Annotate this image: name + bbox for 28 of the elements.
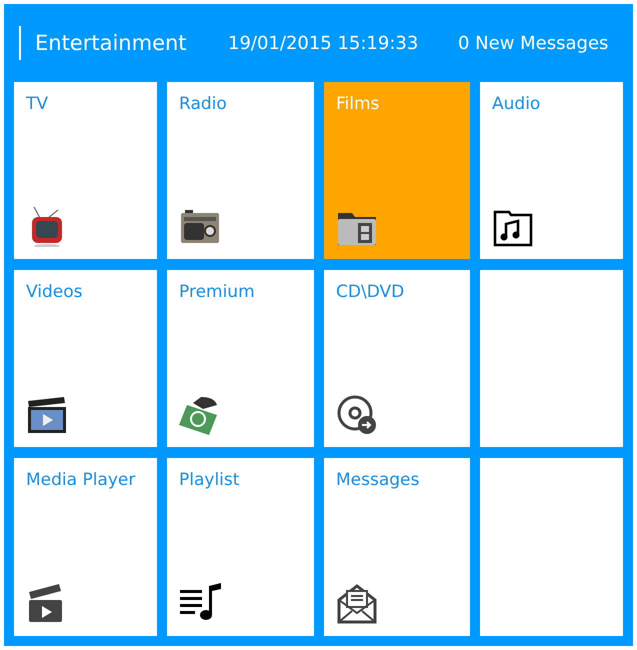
menu-tile[interactable]: Messages	[324, 458, 470, 636]
menu-tile[interactable]: Films	[324, 82, 470, 259]
menu-tile[interactable]: Audio	[480, 82, 623, 259]
tile-label: Media Player	[26, 470, 136, 490]
menu-tile[interactable]: Videos	[14, 270, 157, 447]
date-time: 19/01/2015 15:19:33	[228, 32, 420, 54]
menu-tile[interactable]: Media Player	[14, 458, 157, 636]
tile-label: Audio	[492, 94, 542, 114]
menu-tile[interactable]: TV	[14, 82, 157, 259]
empty-tile[interactable]	[480, 458, 623, 636]
envelope-icon	[336, 582, 378, 624]
menu-tile[interactable]: Radio	[167, 82, 314, 259]
menu-tile[interactable]: CD\DVD	[324, 270, 470, 447]
empty-tile[interactable]	[480, 270, 623, 447]
tile-label: Messages	[336, 470, 420, 490]
app-title: Entertainment	[35, 31, 188, 55]
tile-label: TV	[26, 94, 50, 114]
menu-tile[interactable]: Premium	[167, 270, 314, 447]
tile-label: Films	[336, 94, 380, 114]
disc-icon	[336, 393, 378, 435]
messages-count: 0 New Messages	[458, 32, 608, 54]
tile-label: CD\DVD	[336, 282, 406, 302]
tile-label: Radio	[179, 94, 228, 114]
tile-label: Premium	[179, 282, 256, 302]
menu-tile[interactable]: Playlist	[167, 458, 314, 636]
tile-label: Videos	[26, 282, 84, 302]
tile-label: Playlist	[179, 470, 240, 490]
title-divider	[19, 26, 21, 60]
